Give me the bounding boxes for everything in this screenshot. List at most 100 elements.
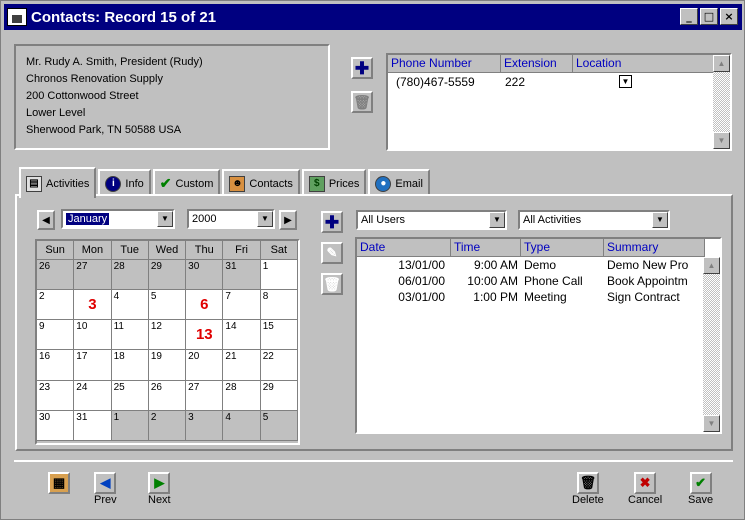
- phonebook-button[interactable]: ▦: [48, 472, 70, 494]
- edit-activity-button[interactable]: ✎: [321, 242, 343, 264]
- calendar-day[interactable]: 5: [148, 290, 187, 321]
- column-phone-number[interactable]: Phone Number: [388, 55, 501, 73]
- next-button[interactable]: ▶ Next: [148, 472, 171, 506]
- calendar-day[interactable]: 30: [37, 410, 75, 441]
- calendar-day[interactable]: 11: [111, 320, 149, 351]
- calendar-day[interactable]: 20: [186, 350, 224, 381]
- calendar-day[interactable]: 24: [74, 380, 112, 411]
- calendar-day[interactable]: 29: [260, 380, 298, 411]
- activity-date[interactable]: 13/01/00: [357, 257, 451, 273]
- activity-time[interactable]: 9:00 AM: [451, 257, 521, 273]
- save-button[interactable]: ✔ Save: [688, 472, 713, 506]
- calendar-day[interactable]: 3: [74, 290, 112, 321]
- calendar-day[interactable]: 31: [223, 260, 261, 291]
- calendar-day[interactable]: 4: [223, 410, 261, 441]
- location-dropdown-icon[interactable]: ▼: [619, 75, 632, 88]
- calendar-day[interactable]: 15: [260, 320, 298, 351]
- calendar-day[interactable]: 26: [148, 380, 187, 411]
- calendar-day[interactable]: 26: [37, 260, 75, 291]
- calendar-day[interactable]: 12: [148, 320, 187, 351]
- calendar-day[interactable]: 10: [74, 320, 112, 351]
- activity-row[interactable]: 03/01/00 1:00 PM Meeting Sign Contract: [357, 289, 720, 305]
- activity-type[interactable]: Demo: [521, 257, 604, 273]
- activity-date[interactable]: 03/01/00: [357, 289, 451, 305]
- calendar-day[interactable]: 17: [74, 350, 112, 381]
- activity-time[interactable]: 10:00 AM: [451, 273, 521, 289]
- phone-row[interactable]: (780)467-5559 222 ▼: [388, 73, 730, 91]
- column-extension[interactable]: Extension: [501, 55, 573, 73]
- column-summary[interactable]: Summary: [604, 239, 705, 257]
- activities-filter[interactable]: All Activities ▼: [518, 210, 670, 230]
- year-select[interactable]: 2000 ▼: [187, 209, 275, 229]
- calendar-day[interactable]: 9: [37, 320, 75, 351]
- month-select[interactable]: January ▼: [61, 209, 175, 229]
- calendar-day[interactable]: 23: [37, 380, 75, 411]
- column-location[interactable]: Location: [573, 55, 715, 73]
- title-bar[interactable]: Contacts: Record 15 of 21 _ □ ×: [4, 4, 742, 30]
- address-box[interactable]: Mr. Rudy A. Smith, President (Rudy) Chro…: [14, 44, 330, 150]
- column-type[interactable]: Type: [521, 239, 604, 257]
- calendar-day[interactable]: 16: [37, 350, 75, 381]
- column-time[interactable]: Time: [451, 239, 521, 257]
- delete-phone-button[interactable]: 🗑: [351, 91, 373, 113]
- activity-type[interactable]: Phone Call: [521, 273, 604, 289]
- calendar-day[interactable]: 27: [186, 380, 224, 411]
- scroll-down-icon[interactable]: ▼: [713, 132, 730, 149]
- scroll-down-icon[interactable]: ▼: [703, 415, 720, 432]
- calendar-day[interactable]: 7: [223, 290, 261, 321]
- chevron-down-icon[interactable]: ▼: [652, 212, 668, 228]
- calendar-day[interactable]: 22: [260, 350, 298, 381]
- chevron-down-icon[interactable]: ▼: [257, 211, 273, 227]
- phone-number[interactable]: (780)467-5559: [388, 73, 501, 91]
- minimize-button[interactable]: _: [680, 8, 698, 25]
- calendar-day[interactable]: 27: [74, 260, 112, 291]
- calendar-day[interactable]: 4: [111, 290, 149, 321]
- calendar-day[interactable]: 29: [148, 260, 187, 291]
- scroll-up-icon[interactable]: ▲: [703, 257, 720, 274]
- calendar-day[interactable]: 18: [111, 350, 149, 381]
- delete-button[interactable]: 🗑 Delete: [572, 472, 604, 506]
- delete-activity-button[interactable]: 🗑: [321, 273, 343, 295]
- tab-email[interactable]: ● Email: [368, 169, 430, 196]
- calendar-day[interactable]: 2: [37, 290, 75, 321]
- activity-date[interactable]: 06/01/00: [357, 273, 451, 289]
- activity-time[interactable]: 1:00 PM: [451, 289, 521, 305]
- prev-month-button[interactable]: ◀: [37, 210, 55, 230]
- calendar-day[interactable]: 1: [260, 260, 298, 291]
- chevron-down-icon[interactable]: ▼: [157, 211, 173, 227]
- phone-location[interactable]: ▼: [573, 73, 715, 91]
- calendar-day[interactable]: 3: [186, 410, 224, 441]
- cancel-button[interactable]: ✖ Cancel: [628, 472, 662, 506]
- tab-activities[interactable]: ▤ Activities: [19, 167, 97, 198]
- activities-scrollbar[interactable]: ▲ ▼: [703, 257, 720, 432]
- activity-summary[interactable]: Demo New Pro: [604, 257, 705, 273]
- calendar-day[interactable]: 30: [186, 260, 224, 291]
- add-phone-button[interactable]: ✚: [351, 57, 373, 79]
- phone-scrollbar[interactable]: ▲ ▼: [713, 55, 730, 149]
- column-date[interactable]: Date: [357, 239, 451, 257]
- calendar-day[interactable]: 5: [260, 410, 298, 441]
- tab-prices[interactable]: $ Prices: [301, 169, 367, 196]
- calendar-day[interactable]: 1: [111, 410, 149, 441]
- activity-row[interactable]: 13/01/00 9:00 AM Demo Demo New Pro: [357, 257, 720, 273]
- calendar-day[interactable]: 25: [111, 380, 149, 411]
- tab-contacts[interactable]: ☻ Contacts: [222, 169, 300, 196]
- phone-extension[interactable]: 222: [501, 73, 573, 91]
- calendar-day[interactable]: 6: [186, 290, 224, 321]
- add-activity-button[interactable]: ✚: [321, 211, 343, 233]
- scroll-up-icon[interactable]: ▲: [713, 55, 730, 72]
- close-button[interactable]: ×: [720, 8, 738, 25]
- activity-row[interactable]: 06/01/00 10:00 AM Phone Call Book Appointm: [357, 273, 720, 289]
- prev-button[interactable]: ◀ Prev: [94, 472, 117, 506]
- calendar-day[interactable]: 8: [260, 290, 298, 321]
- tab-custom[interactable]: ✔ Custom: [152, 169, 221, 196]
- next-month-button[interactable]: ▶: [279, 210, 297, 230]
- chevron-down-icon[interactable]: ▼: [489, 212, 505, 228]
- calendar-day[interactable]: 2: [148, 410, 187, 441]
- calendar-day[interactable]: 13: [186, 320, 224, 351]
- activity-type[interactable]: Meeting: [521, 289, 604, 305]
- calendar-day[interactable]: 14: [223, 320, 261, 351]
- calendar-day[interactable]: 28: [223, 380, 261, 411]
- activity-summary[interactable]: Sign Contract: [604, 289, 705, 305]
- maximize-button[interactable]: □: [700, 8, 718, 25]
